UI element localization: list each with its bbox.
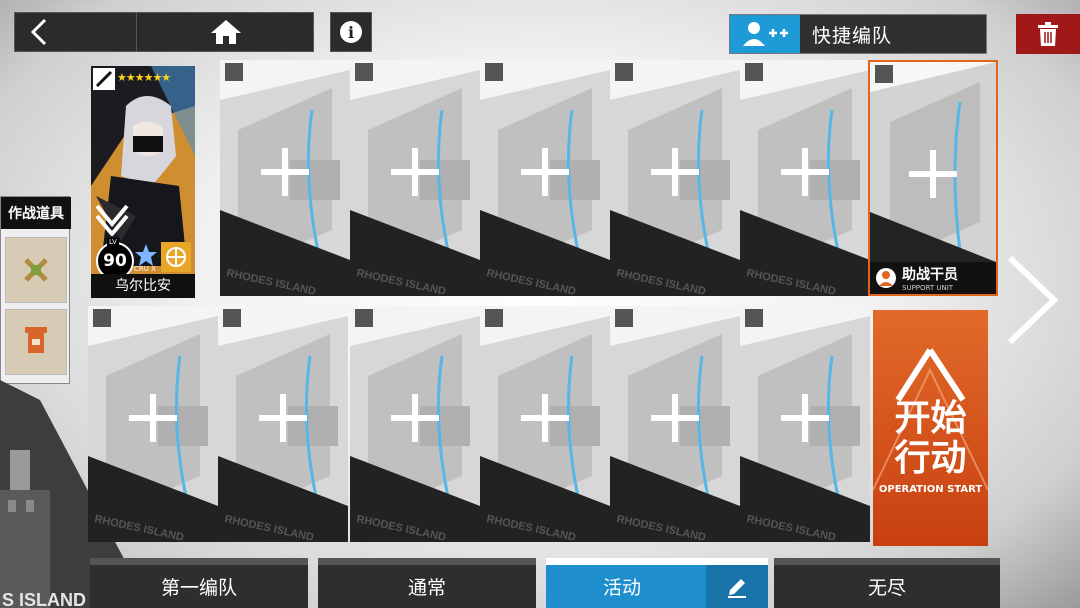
tab-label: 活动 [602,577,641,599]
svg-text:S ISLAND: S ISLAND [2,590,86,608]
user-add-icon [730,15,800,53]
empty-operator-slot[interactable]: RHODES ISLAND [480,60,610,296]
plus-icon [261,148,309,196]
slot-select-box[interactable] [223,309,241,327]
cross-badge-icon [24,258,48,282]
plus-icon [129,394,177,442]
plus-icon [781,148,829,196]
tab-formation-1[interactable]: 第一编队 [90,558,308,608]
chevron-left-icon [30,18,47,46]
tab-normal[interactable]: 通常 [318,558,536,608]
tab-label: 通常 [407,577,446,599]
pencil-icon [728,578,746,598]
plus-icon [521,394,569,442]
start-operation-line1: 开始 [894,397,967,439]
svg-text:CRU X: CRU X [134,265,156,272]
plus-icon [909,150,957,198]
start-operation-button[interactable]: 开始 行动 OPERATION START [873,310,988,546]
slot-select-box[interactable] [93,309,111,327]
empty-operator-slot[interactable]: RHODES ISLAND [350,60,480,296]
info-icon: i [340,21,362,43]
slot-select-box[interactable] [225,63,243,81]
tab-label: 无尽 [867,577,906,599]
operator-level-label: LV [107,238,119,246]
empty-operator-slot[interactable]: RHODES ISLAND [610,60,740,296]
edit-formation-button[interactable] [706,565,768,608]
plus-icon [651,394,699,442]
slot-select-box[interactable] [615,309,633,327]
plus-icon [391,148,439,196]
support-unit-cn: 助战干员 [902,267,958,283]
operator-rarity-stars: ★★★★★★ [117,71,171,84]
plus-icon [521,148,569,196]
start-operation-en: OPERATION START [878,484,983,495]
operator-name: 乌尔比安 [91,274,195,298]
slot-select-box[interactable] [355,63,373,81]
empty-operator-slot[interactable]: RHODES ISLAND [218,306,348,542]
slot-select-box[interactable] [355,309,373,327]
tab-label: 第一编队 [160,577,237,599]
slot-select-box[interactable] [875,65,893,83]
item-slot-1[interactable] [5,237,67,303]
tab-endless[interactable]: 无尽 [774,558,1000,608]
empty-operator-slot[interactable]: RHODES ISLAND [220,60,350,296]
info-button[interactable]: i [330,12,372,52]
support-unit-label: 助战干员 SUPPORT UNIT [870,262,996,294]
plus-icon [781,394,829,442]
slot-select-box[interactable] [745,63,763,81]
empty-operator-slot[interactable]: RHODES ISLAND [740,60,870,296]
item-slot-2[interactable] [5,309,67,375]
next-page-arrow-icon[interactable] [1000,250,1064,350]
module-icon [161,242,191,272]
support-unit-slot[interactable]: 助战干员 SUPPORT UNIT [868,60,998,296]
plus-icon [391,394,439,442]
start-operation-line2: 行动 [894,437,967,479]
empty-operator-slot[interactable]: RHODES ISLAND [610,306,740,542]
sword-class-icon [93,68,115,90]
back-button[interactable] [15,13,137,51]
plus-icon [259,394,307,442]
slot-select-box[interactable] [485,309,503,327]
tab-event[interactable]: 活动 [546,558,768,608]
quick-formation-label: 快捷编队 [812,24,893,47]
operation-items-title: 作战道具 [1,197,71,229]
potential-icon: CRU X [134,244,157,272]
plus-icon [651,148,699,196]
clear-formation-button[interactable] [1016,14,1080,54]
slot-select-box[interactable] [745,309,763,327]
home-button[interactable] [138,13,314,51]
operator-card-urbian[interactable]: ★★★★★★ 90 LV CRU X 乌尔比安 [91,66,195,298]
formation-tabs: 第一编队 通常 活动 无尽 [90,558,1000,608]
top-nav-group [14,12,314,52]
empty-operator-slot[interactable]: RHODES ISLAND [480,306,610,542]
elite-rank-icon [95,204,129,236]
trash-icon [1038,22,1058,46]
operation-items-panel[interactable]: 作战道具 [0,196,71,384]
support-unit-en: SUPPORT UNIT [902,284,954,292]
empty-operator-slot[interactable]: RHODES ISLAND [740,306,870,542]
slot-select-box[interactable] [485,63,503,81]
support-unit-icon [876,268,896,288]
slot-select-box[interactable] [615,63,633,81]
empty-operator-slot[interactable]: RHODES ISLAND [350,306,480,542]
tower-badge-icon [25,327,47,353]
quick-formation-button[interactable]: 快捷编队 [729,14,987,54]
home-icon [211,20,241,44]
empty-operator-slot[interactable]: RHODES ISLAND [88,306,218,542]
